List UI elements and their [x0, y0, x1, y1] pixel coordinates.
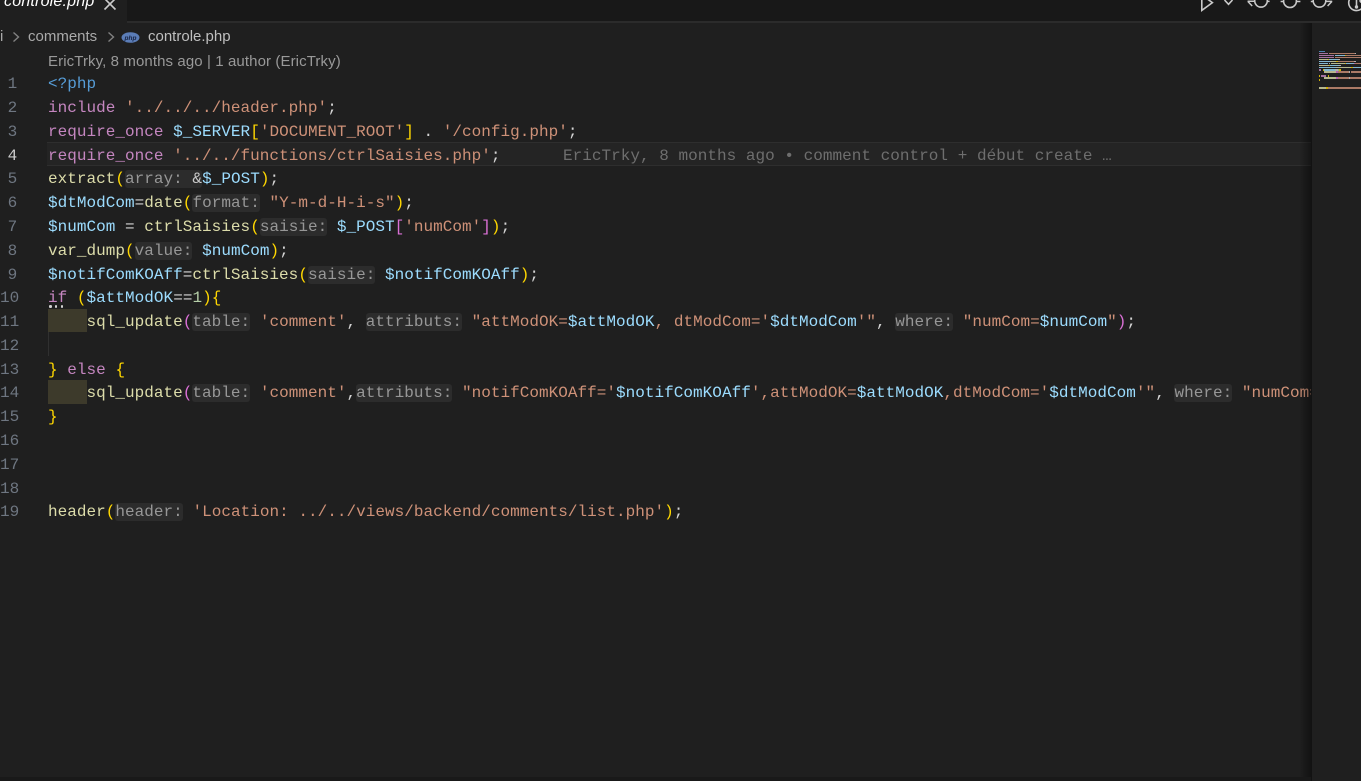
svg-text:php: php — [123, 35, 136, 42]
